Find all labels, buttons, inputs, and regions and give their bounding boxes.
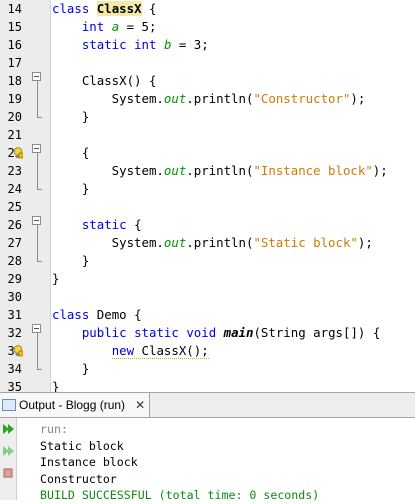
line-number: 28 <box>7 254 22 268</box>
fold-guide <box>37 81 38 117</box>
lightbulb-warning-icon[interactable] <box>13 147 23 159</box>
fold-collapse-icon[interactable] <box>32 324 41 333</box>
code-line[interactable]: ClassX() { <box>52 72 157 90</box>
code-editor[interactable]: 1415161718192021222324252627282930313233… <box>0 0 415 392</box>
line-number: 34 <box>7 362 22 376</box>
code-line[interactable]: { <box>52 144 89 162</box>
code-line[interactable]: System.out.println("Static block"); <box>52 234 373 252</box>
fold-guide <box>37 333 38 369</box>
fold-guide <box>37 225 38 261</box>
line-number: 29 <box>7 272 22 286</box>
fold-guide-end <box>37 117 42 118</box>
line-number: 14 <box>7 2 22 16</box>
line-number: 19 <box>7 92 22 106</box>
fold-guide-end <box>37 369 42 370</box>
fold-collapse-icon[interactable] <box>32 216 41 225</box>
fold-collapse-icon[interactable] <box>32 72 41 81</box>
code-line[interactable]: System.out.println("Instance block"); <box>52 162 388 180</box>
rerun-different-icon[interactable] <box>1 444 15 458</box>
output-tabbar: Output - Blogg (run) ✕ <box>0 393 415 418</box>
line-number: 16 <box>7 38 22 52</box>
code-line[interactable]: class ClassX { <box>52 0 156 18</box>
fold-guide-end <box>37 261 42 262</box>
line-number: 18 <box>7 74 22 88</box>
line-number: 31 <box>7 308 22 322</box>
line-number: 15 <box>7 20 22 34</box>
code-line[interactable]: } <box>52 252 89 270</box>
output-panel: Output - Blogg (run) ✕ run: Static block I… <box>0 392 415 502</box>
rerun-icon[interactable] <box>1 422 15 436</box>
output-line: Constructor <box>40 471 117 486</box>
code-line[interactable]: int a = 5; <box>52 18 157 36</box>
fold-guide-end <box>37 189 42 190</box>
output-line: run: <box>40 422 68 436</box>
line-number: 17 <box>7 56 22 70</box>
output-line: Instance block <box>40 455 138 469</box>
line-number: 24 <box>7 182 22 196</box>
output-line: BUILD SUCCESSFUL (total time: 0 seconds) <box>40 488 320 502</box>
code-line[interactable]: static { <box>52 216 142 234</box>
output-window-icon <box>2 399 16 411</box>
code-line[interactable]: } <box>52 108 89 126</box>
output-console[interactable]: run: Static block Instance block Constructo… <box>40 421 319 504</box>
code-line[interactable]: System.out.println("Constructor"); <box>52 90 366 108</box>
code-line[interactable]: } <box>52 378 59 392</box>
stop-icon[interactable] <box>1 466 15 480</box>
line-number: 35 <box>7 380 22 392</box>
line-number: 21 <box>7 128 22 142</box>
tab-output[interactable]: Output - Blogg (run) ✕ <box>0 393 151 417</box>
code-line[interactable]: } <box>52 180 89 198</box>
line-number: 30 <box>7 290 22 304</box>
tab-output-label: Output - Blogg (run) <box>19 398 126 412</box>
code-line[interactable]: static int b = 3; <box>52 36 209 54</box>
line-number: 20 <box>7 110 22 124</box>
code-line[interactable]: new ClassX(); <box>52 342 209 360</box>
line-number: 32 <box>7 326 22 340</box>
line-number: 27 <box>7 236 22 250</box>
code-line[interactable]: class Demo { <box>52 306 142 324</box>
code-line[interactable]: } <box>52 360 89 378</box>
line-number: 26 <box>7 218 22 232</box>
output-toolbar <box>0 418 17 500</box>
fold-guide <box>37 153 38 189</box>
output-line: Static block <box>40 438 124 453</box>
fold-collapse-icon[interactable] <box>32 144 41 153</box>
line-number-gutter: 1415161718192021222324252627282930313233… <box>0 0 51 392</box>
lightbulb-warning-icon[interactable] <box>13 345 23 357</box>
close-icon[interactable]: ✕ <box>135 398 145 412</box>
code-line[interactable]: public static void main(String args[]) { <box>52 324 380 342</box>
code-line[interactable]: } <box>52 270 59 288</box>
line-number: 25 <box>7 200 22 214</box>
line-number: 23 <box>7 164 22 178</box>
